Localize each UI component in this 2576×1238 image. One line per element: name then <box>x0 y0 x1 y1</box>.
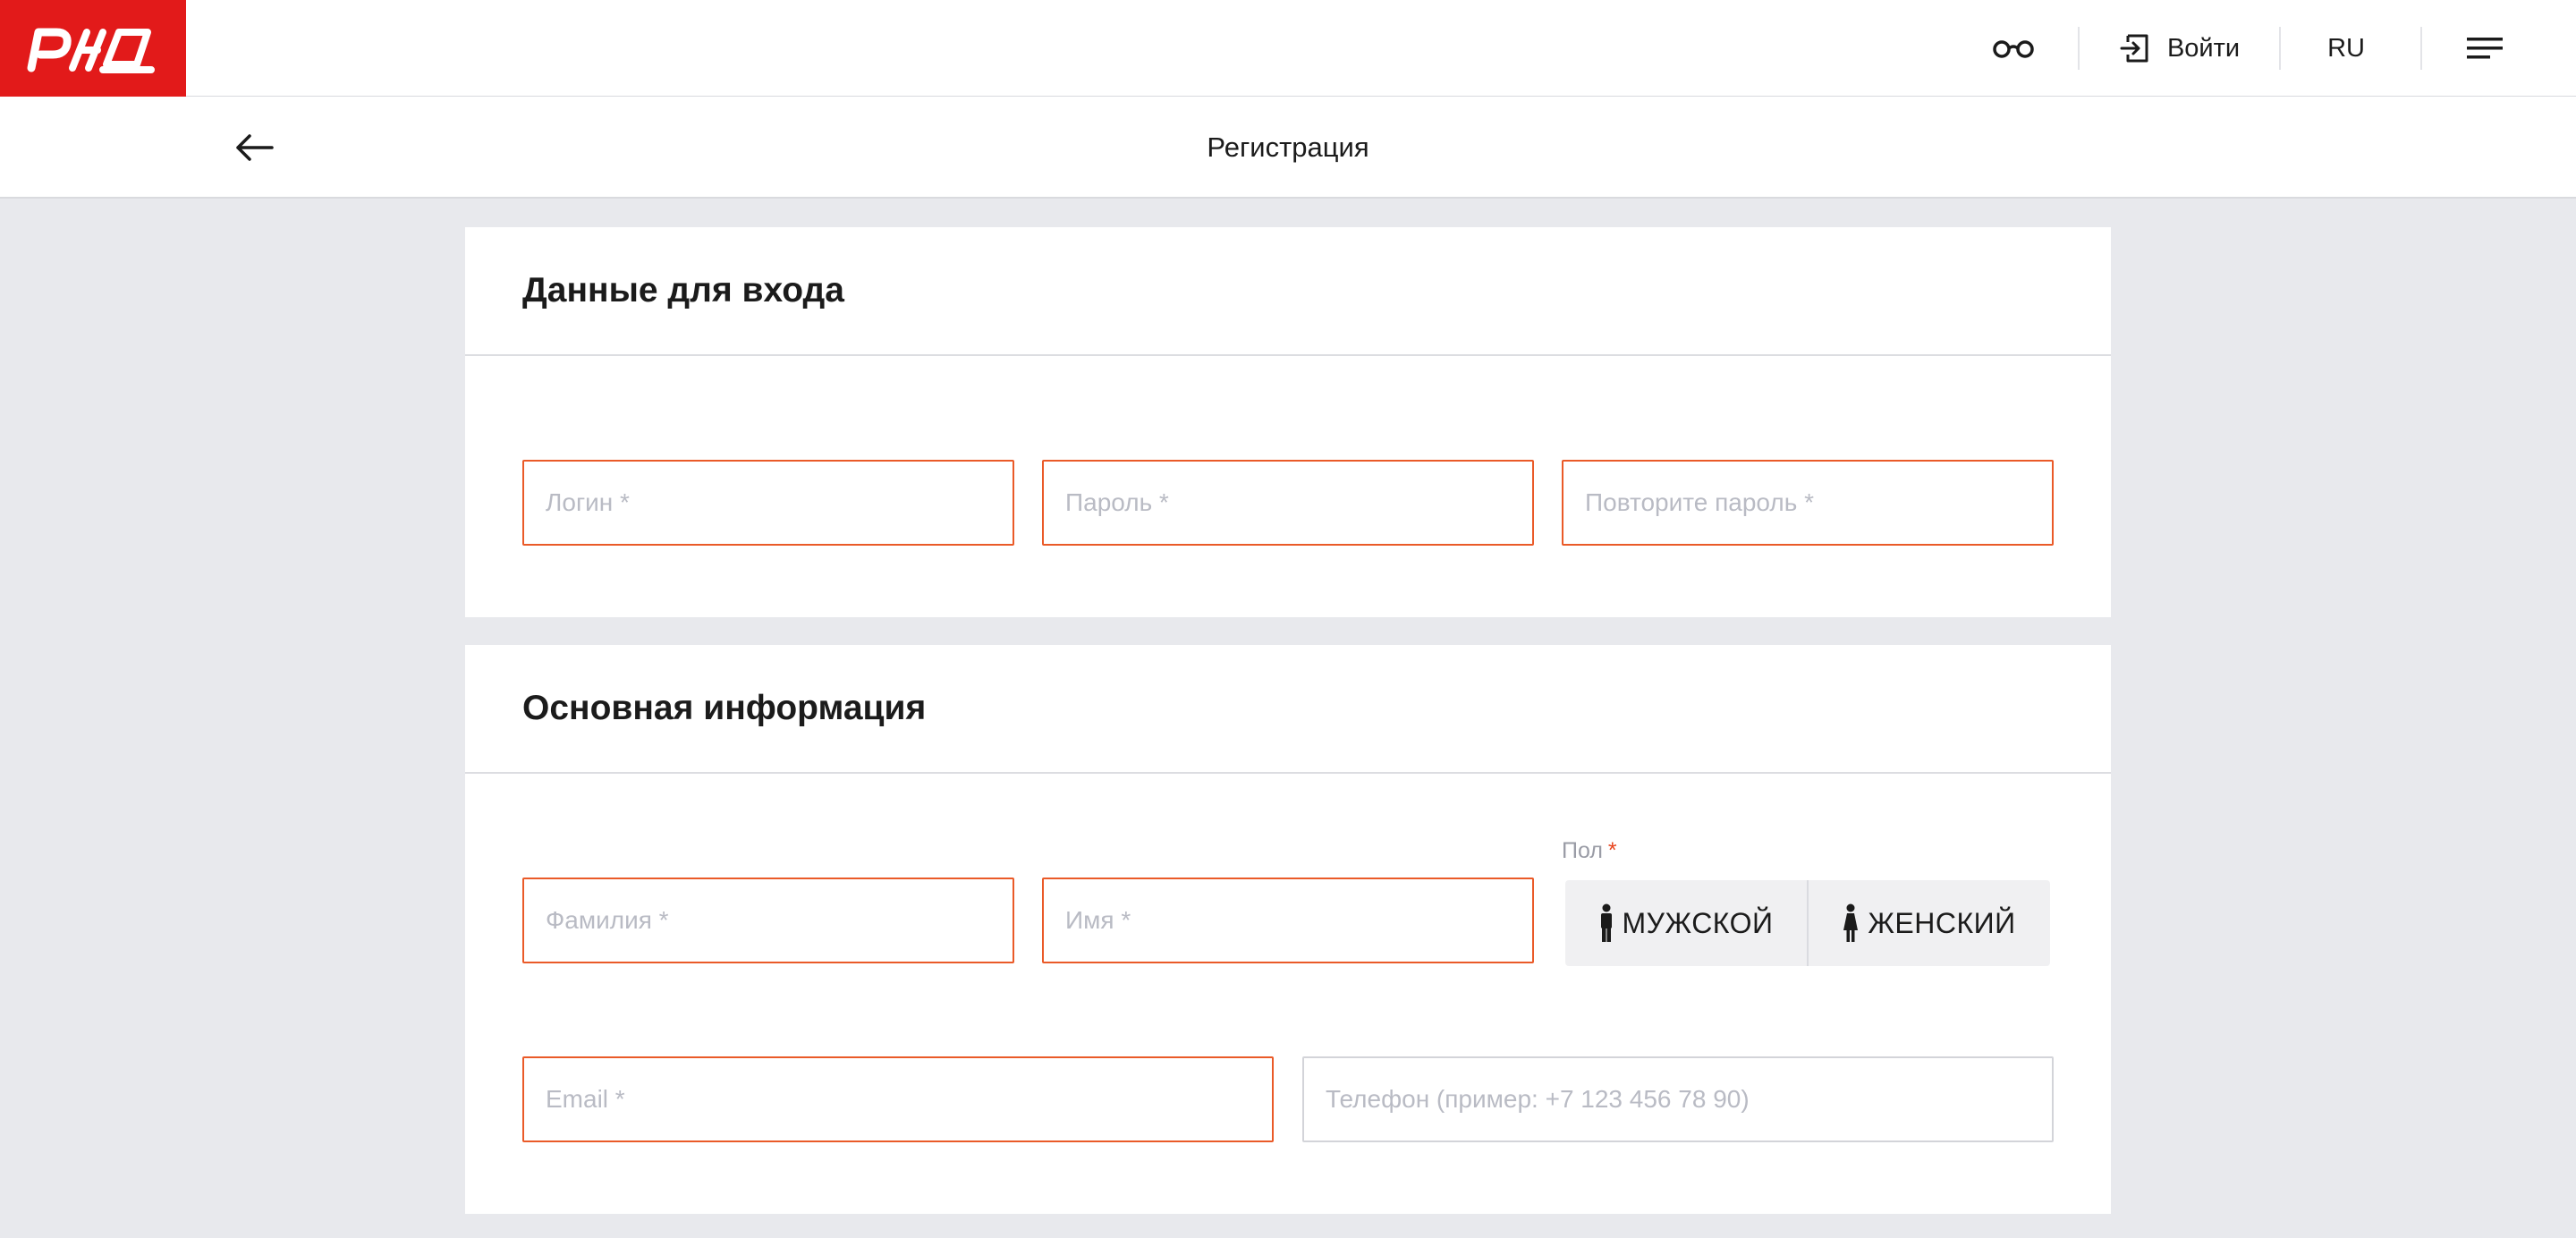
email-input[interactable] <box>522 1056 1274 1142</box>
arrow-left-icon <box>236 134 274 161</box>
gender-label: Пол * <box>1562 838 1617 864</box>
top-bar: Войти RU <box>0 0 2576 97</box>
section-title: Основная информация <box>465 645 2111 774</box>
language-switcher[interactable]: RU <box>2281 0 2420 97</box>
glasses-icon <box>1993 40 2034 58</box>
menu-button[interactable] <box>2422 0 2576 97</box>
rzd-logo[interactable] <box>0 0 186 97</box>
section-title: Данные для входа <box>465 227 2111 356</box>
surname-input[interactable] <box>522 878 1014 963</box>
page-header: Регистрация <box>0 97 2576 199</box>
name-input[interactable] <box>1042 878 1534 963</box>
basic-info-section: Основная информация Пол* МУЖСКОЙ ЖЕНСКИЙ <box>465 645 2111 1214</box>
rzd-logo-icon <box>27 28 155 73</box>
page-title: Регистрация <box>1207 131 1369 163</box>
repeat-password-input[interactable] <box>1562 460 2054 546</box>
gender-label-text: Пол <box>1562 838 1603 863</box>
gender-female-label: ЖЕНСКИЙ <box>1868 906 2016 939</box>
login-data-section: Данные для входа <box>465 227 2111 617</box>
gender-male-label: МУЖСКОЙ <box>1622 906 1774 939</box>
login-label: Войти <box>2166 33 2241 63</box>
back-button[interactable] <box>229 127 279 168</box>
gender-male-button[interactable]: МУЖСКОЙ <box>1565 880 1807 966</box>
sign-in-icon <box>2120 34 2148 63</box>
password-input[interactable] <box>1042 460 1534 546</box>
login-button[interactable]: Войти <box>2080 0 2279 97</box>
gender-female-button[interactable]: ЖЕНСКИЙ <box>1807 880 2050 966</box>
male-figure-icon <box>1600 903 1612 942</box>
phone-input[interactable] <box>1302 1056 2054 1142</box>
menu-icon <box>2467 38 2503 59</box>
required-mark: * <box>1607 838 1617 863</box>
login-input[interactable] <box>522 460 1014 546</box>
female-figure-icon <box>1843 903 1859 942</box>
top-bar-actions: Войти RU <box>1992 0 2576 97</box>
accessibility-button[interactable] <box>1992 0 2078 97</box>
gender-selector: МУЖСКОЙ ЖЕНСКИЙ <box>1565 880 2050 966</box>
